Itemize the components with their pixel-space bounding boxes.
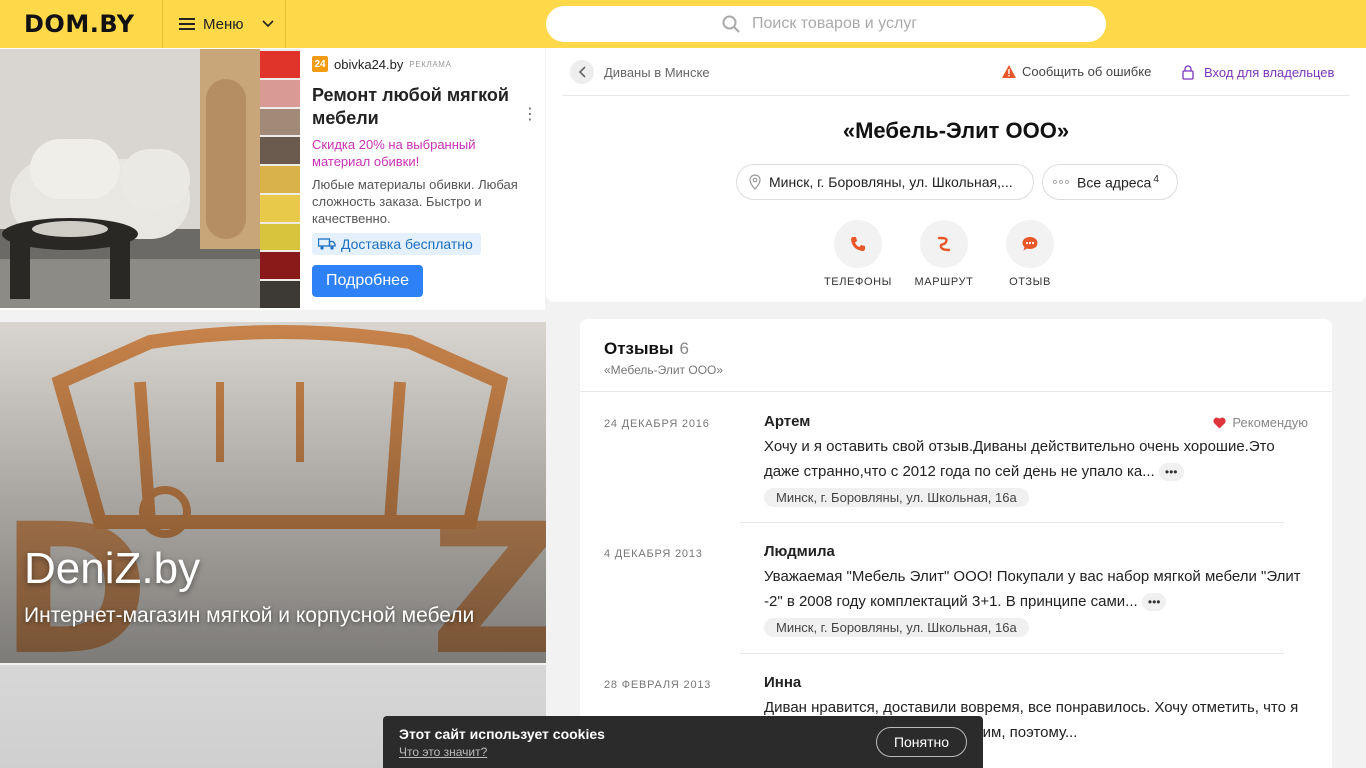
chat-bubble-icon [1022,237,1038,251]
recommend-label: Рекомендую [1232,415,1308,430]
fabric-swatch [260,51,300,78]
route-label: МАРШРУТ [914,276,974,288]
review-label: ОТЗЫВ [1009,276,1051,288]
route-icon [937,236,951,252]
truck-icon [318,238,336,250]
ad-description: Любые материалы обивки. Любая сложность … [312,177,518,226]
owners-login-label: Вход для владельцев [1204,65,1335,80]
ad-title[interactable]: Ремонт любой мягкой мебели [312,84,532,130]
cookie-info-link[interactable]: Что это значит? [399,745,487,759]
company-card: Диваны в Минске Сообщить об ошибке Вход … [546,48,1366,302]
all-addresses-count: 4 [1153,173,1159,185]
review-action[interactable]: ОТЗЫВ [990,220,1070,288]
reviews-subtitle: «Мебель-Элит ООО» [604,363,724,377]
divider [562,95,1350,96]
expand-review-button[interactable]: ••• [1141,593,1167,612]
color-swatches [260,51,300,308]
route-action[interactable]: МАРШРУТ [904,220,984,288]
expand-review-button[interactable]: ••• [1158,463,1184,482]
owners-login-link[interactable]: Вход для владельцев [1182,65,1334,80]
review-date: 28 ФЕВРАЛЯ 2013 [604,679,712,691]
fabric-swatch [260,166,300,193]
fabric-swatch [260,137,300,165]
ad-discount: Скидка 20% на выбранный материал обивки! [312,137,476,169]
heart-icon [1213,417,1227,428]
fabric-swatch [260,79,300,107]
review-text: Хочу и я оставить свой отзыв.Диваны дейс… [764,438,1275,480]
review-date: 4 ДЕКАБРЯ 2013 [604,548,703,560]
report-error-label: Сообщить об ошибке [1022,64,1152,79]
fabric-swatch [260,194,300,222]
search-icon [722,15,740,33]
cookie-title: Этот сайт использует cookies [399,726,605,742]
ad-source[interactable]: 24 obivka24.by РЕКЛАМА [312,56,532,72]
all-addresses-label: Все адреса [1077,174,1152,191]
fabric-swatch [260,223,300,251]
ad-more-button[interactable]: Подробнее [312,265,423,297]
banner-title: DeniZ.by [24,544,201,593]
search-placeholder: Поиск товаров и услуг [752,15,918,32]
search-input[interactable]: Поиск товаров и услуг [546,6,1106,42]
menu-button[interactable]: Меню [162,0,286,48]
breadcrumb-link[interactable]: Диваны в Минске [604,65,710,80]
review-address-tag[interactable]: Минск, г. Боровляны, ул. Школьная, 16а [764,618,1029,637]
ad-source-domain: obivka24.by [334,56,404,72]
reviews-count: 6 [679,339,689,358]
report-error-link[interactable]: Сообщить об ошибке [1002,64,1151,79]
banner-subtitle: Интернет-магазин мягкой и корпусной мебе… [24,604,475,627]
divider [740,522,1284,523]
review-author: Инна [764,674,802,691]
deniz-banner[interactable]: D Z DeniZ.by Интернет-магазин мягкой и к… [0,322,546,663]
phone-icon [851,237,865,251]
warning-icon [1002,65,1016,78]
chevron-down-icon [261,20,274,28]
ad-label: РЕКЛАМА [409,59,452,69]
lock-icon [1182,65,1194,80]
address-label: Минск, г. Боровляны, ул. Школьная,... [769,174,1013,190]
site-logo[interactable]: DOM.BY [24,10,135,38]
divider [740,653,1284,654]
review-date: 24 ДЕКАБРЯ 2016 [604,418,710,430]
ad-delivery-badge: Доставка бесплатно [312,233,481,255]
back-arrow-icon[interactable] [570,60,594,84]
menu-label: Меню [203,15,244,33]
reviews-header: Отзывы 6 «Мебель-Элит ООО» [604,339,723,377]
breadcrumb[interactable]: Диваны в Минске [570,60,710,84]
reviews-panel: Отзывы 6 «Мебель-Элит ООО» 24 ДЕКАБРЯ 201… [580,319,1332,768]
address-chip[interactable]: Минск, г. Боровляны, ул. Школьная,... [736,164,1034,200]
all-addresses-chip[interactable]: Все адреса 4 [1042,164,1178,200]
review-address-tag[interactable]: Минск, г. Боровляны, ул. Школьная, 16а [764,488,1029,507]
recommend-badge: Рекомендую [1213,415,1308,430]
cookie-banner: Этот сайт использует cookies Что это зна… [383,716,983,768]
fabric-swatch [260,108,300,136]
phones-label: ТЕЛЕФОНЫ [823,276,892,288]
reviews-title: Отзывы [604,339,674,358]
cookie-accept-button[interactable]: Понятно [876,727,967,757]
review-author: Людмила [764,543,835,560]
ad-source-badge: 24 [312,56,328,72]
company-title: «Мебель-Элит ООО» [842,118,1070,143]
top-header: DOM.BY Меню Поиск товаров и услуг [0,0,1366,48]
ad-delivery-label: Доставка бесплатно [341,236,473,252]
divider [580,391,1332,392]
fabric-swatch [260,252,300,280]
fabric-swatch [260,281,300,308]
ad-block[interactable]: 24 obivka24.by РЕКЛАМА Ремонт любой мягк… [0,48,545,310]
hamburger-icon [179,18,195,30]
ad-kebab-icon[interactable]: ⋮ [522,104,538,124]
sofa-photo [0,49,300,308]
map-pin-icon [749,174,761,190]
ad-image[interactable] [0,49,300,308]
phones-action[interactable]: ТЕЛЕФОНЫ [818,220,898,288]
review-text: Уважаемая "Мебель Элит" ООО! Покупали у … [764,568,1301,610]
dots-icon [1053,180,1069,184]
